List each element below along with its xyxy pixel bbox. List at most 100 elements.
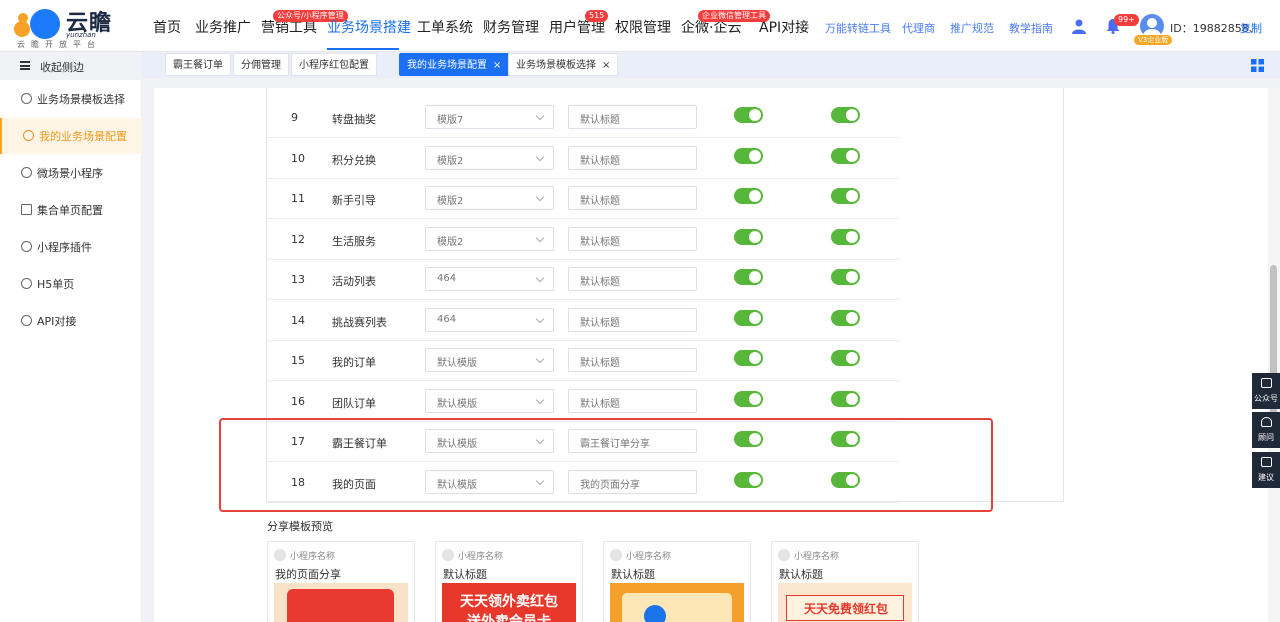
toggle-switch-share[interactable]: [831, 350, 860, 366]
scene-name: 新手引导: [332, 194, 376, 207]
toggle-switch-enabled[interactable]: [734, 350, 763, 366]
toggle-switch-enabled[interactable]: [734, 229, 763, 245]
toggle-switch-share[interactable]: [831, 310, 860, 326]
toggle-switch-share[interactable]: [831, 148, 860, 164]
grid-layout-icon[interactable]: [1251, 59, 1264, 72]
scene-name: 挑战赛列表: [332, 316, 387, 329]
link-tutorial[interactable]: 教学指南: [1009, 20, 1053, 36]
share-title-input[interactable]: 默认标题: [568, 105, 697, 129]
logo[interactable]: 云瞻 yunzhan 云瞻开放平台: [14, 5, 124, 49]
sidebar-item-micro-scene[interactable]: 微场景小程序: [0, 155, 142, 191]
sidebar-item-label: API对接: [37, 315, 77, 328]
select-value: 默认模版: [437, 358, 477, 369]
banner-text: 送外卖会员卡: [467, 614, 551, 622]
share-image-coupon: [610, 583, 744, 622]
template-select[interactable]: 模版2: [425, 227, 554, 251]
table-row: 13 活动列表 464 默认标题: [267, 259, 900, 300]
toggle-switch-enabled[interactable]: [734, 310, 763, 326]
share-title-input[interactable]: 默认标题: [568, 146, 697, 170]
toggle-switch-enabled[interactable]: [734, 148, 763, 164]
select-value: 模版7: [437, 115, 464, 126]
close-icon[interactable]: ×: [493, 60, 501, 71]
template-select[interactable]: 默认模版: [425, 389, 554, 413]
share-title-input[interactable]: 默认标题: [568, 308, 697, 332]
avatar: [442, 549, 454, 561]
share-title-input[interactable]: 默认标题: [568, 267, 697, 291]
template-select[interactable]: 模版2: [425, 146, 554, 170]
nav-business-scene[interactable]: 业务场景搭建: [327, 17, 411, 37]
float-official-account[interactable]: 公众号: [1252, 373, 1280, 409]
nav-api[interactable]: API对接: [759, 17, 809, 37]
sidebar-item-label: 微场景小程序: [37, 167, 103, 180]
template-select[interactable]: 模版7: [425, 105, 554, 129]
tab-bawang-orders[interactable]: 霸王餐订单: [165, 53, 231, 76]
template-select[interactable]: 默认模版: [425, 348, 554, 372]
select-value: 模版2: [437, 237, 464, 248]
nav-home[interactable]: 首页: [153, 17, 181, 37]
tab-redpacket-config[interactable]: 小程序红包配置: [291, 53, 377, 76]
template-select[interactable]: 464: [425, 308, 554, 332]
share-title-input[interactable]: 默认标题: [568, 348, 697, 372]
avatar: [778, 549, 790, 561]
nav-permissions[interactable]: 权限管理: [615, 17, 671, 37]
template-select[interactable]: 模版2: [425, 186, 554, 210]
nav-ticket-system[interactable]: 工单系统: [417, 17, 473, 37]
link-universal-converter[interactable]: 万能转链工具: [825, 20, 891, 36]
toggle-switch-share[interactable]: [831, 269, 860, 285]
tab-my-scene-config[interactable]: 我的业务场景配置 ×: [399, 53, 510, 76]
copy-id-button[interactable]: 复制: [1240, 20, 1262, 36]
template-select[interactable]: 464: [425, 267, 554, 291]
tab-commission[interactable]: 分佣管理: [233, 53, 289, 76]
share-image-redpacket: [274, 583, 408, 622]
link-agent[interactable]: 代理商: [902, 20, 935, 36]
avatar: [274, 549, 286, 561]
input-value: 默认标题: [580, 358, 620, 369]
sidebar-item-collection-page[interactable]: 集合单页配置: [0, 192, 142, 228]
toggle-switch-share[interactable]: [831, 107, 860, 123]
chevron-down-icon: [535, 111, 545, 121]
toggle-switch-share[interactable]: [831, 229, 860, 245]
float-advisor[interactable]: 顾问: [1252, 412, 1280, 448]
select-value: 默认模版: [437, 399, 477, 410]
toggle-switch-share[interactable]: [831, 188, 860, 204]
nav-promotion[interactable]: 业务推广: [195, 17, 251, 37]
share-title-input[interactable]: 默认标题: [568, 186, 697, 210]
share-preview-card[interactable]: 小程序名称 默认标题 天天领外卖红包 送外卖会员卡: [435, 541, 583, 622]
sidebar-item-plugin[interactable]: 小程序插件: [0, 229, 142, 265]
close-icon[interactable]: ×: [602, 60, 610, 71]
tab-template-select[interactable]: 业务场景模板选择 ×: [508, 53, 619, 76]
sidebar-item-api[interactable]: API对接: [0, 303, 142, 339]
share-title-input[interactable]: 默认标题: [568, 227, 697, 251]
api-icon: [21, 315, 32, 326]
banner-text: 天天领外卖红包: [460, 594, 558, 610]
table-row: 9 转盘抽奖 模版7 默认标题: [267, 97, 900, 138]
row-number: 16: [291, 395, 305, 408]
collapse-sidebar-button[interactable]: 收起侧边: [0, 52, 142, 80]
toggle-switch-enabled[interactable]: [734, 391, 763, 407]
toggle-switch-share[interactable]: [831, 391, 860, 407]
link-promo-rules[interactable]: 推广规范: [950, 20, 994, 36]
nav-finance[interactable]: 财务管理: [483, 17, 539, 37]
share-title-input[interactable]: 默认标题: [568, 389, 697, 413]
table-row: 11 新手引导 模版2 默认标题: [267, 178, 900, 219]
banner-text: 天天免费领红包: [803, 602, 888, 616]
sidebar-item-h5-page[interactable]: H5单页: [0, 266, 142, 302]
sidebar-item-template-select[interactable]: 业务场景模板选择: [0, 81, 142, 117]
sidebar-item-my-scene-config[interactable]: 我的业务场景配置: [0, 118, 142, 154]
share-image-banner: 天天领外卖红包 送外卖会员卡: [442, 583, 576, 622]
scene-name: 我的订单: [332, 356, 376, 369]
float-feedback[interactable]: 建议: [1252, 452, 1280, 488]
row-number: 11: [291, 192, 305, 205]
share-preview-card[interactable]: 小程序名称 默认标题: [603, 541, 751, 622]
miniprogram-name: 小程序名称: [290, 552, 336, 562]
toggle-switch-enabled[interactable]: [734, 269, 763, 285]
toggle-switch-enabled[interactable]: [734, 107, 763, 123]
plugin-icon: [21, 241, 32, 252]
user-icon[interactable]: [1071, 18, 1087, 34]
row-number: 14: [291, 314, 305, 327]
share-preview-card[interactable]: 小程序名称 默认标题 天天免费领红包: [771, 541, 919, 622]
sidebar-item-label: 小程序插件: [37, 241, 92, 254]
row-number: 12: [291, 233, 305, 246]
share-preview-card[interactable]: 小程序名称 我的页面分享: [267, 541, 415, 622]
toggle-switch-enabled[interactable]: [734, 188, 763, 204]
